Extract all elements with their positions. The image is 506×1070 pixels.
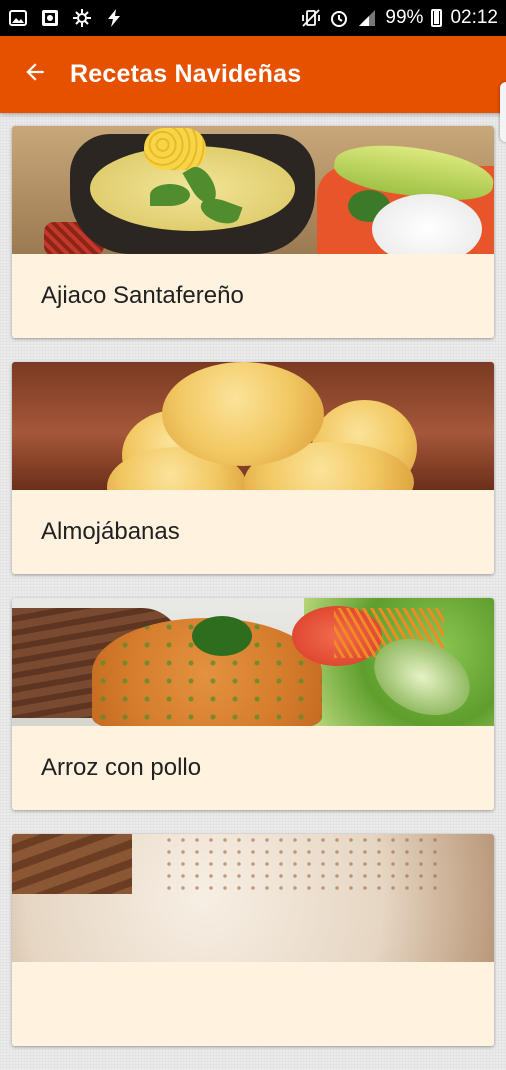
- mute-vibrate-icon: [301, 8, 321, 28]
- recipe-card-dessert[interactable]: [12, 834, 494, 1046]
- app-bar: Recetas Navideñas: [0, 36, 506, 113]
- arroz-con-pollo-image: [12, 598, 494, 726]
- recipe-list: Ajiaco Santafereño Almojábanas Arroz con…: [12, 126, 494, 1070]
- status-right-icons: 99% 02:12: [301, 7, 498, 29]
- recipe-title: [12, 962, 494, 1046]
- recipe-card-ajiaco[interactable]: Ajiaco Santafereño: [12, 126, 494, 338]
- page-title: Recetas Navideñas: [70, 60, 302, 88]
- edge-panel-handle[interactable]: [500, 82, 506, 142]
- photo-icon: [40, 8, 60, 28]
- ajiaco-image: [12, 126, 494, 254]
- battery-percent: 99%: [385, 7, 424, 28]
- alarm-icon: [329, 8, 349, 28]
- clock: 02:12: [450, 7, 498, 28]
- signal-icon: [357, 8, 377, 28]
- back-arrow-icon: [22, 59, 48, 90]
- recipe-title: Arroz con pollo: [12, 726, 494, 810]
- settings-cog-icon: [72, 8, 92, 28]
- back-button[interactable]: [0, 36, 70, 113]
- image-icon: [8, 8, 28, 28]
- recipe-card-almojabanas[interactable]: Almojábanas: [12, 362, 494, 574]
- recipe-title: Ajiaco Santafereño: [12, 254, 494, 338]
- dessert-image: [12, 834, 494, 962]
- almojabanas-image: [12, 362, 494, 490]
- status-bar: 99% 02:12: [0, 0, 506, 36]
- recipe-title: Almojábanas: [12, 490, 494, 574]
- recipe-card-arroz-con-pollo[interactable]: Arroz con pollo: [12, 598, 494, 810]
- battery-icon: [431, 9, 443, 27]
- status-left-icons: [8, 8, 124, 28]
- flash-icon: [104, 8, 124, 28]
